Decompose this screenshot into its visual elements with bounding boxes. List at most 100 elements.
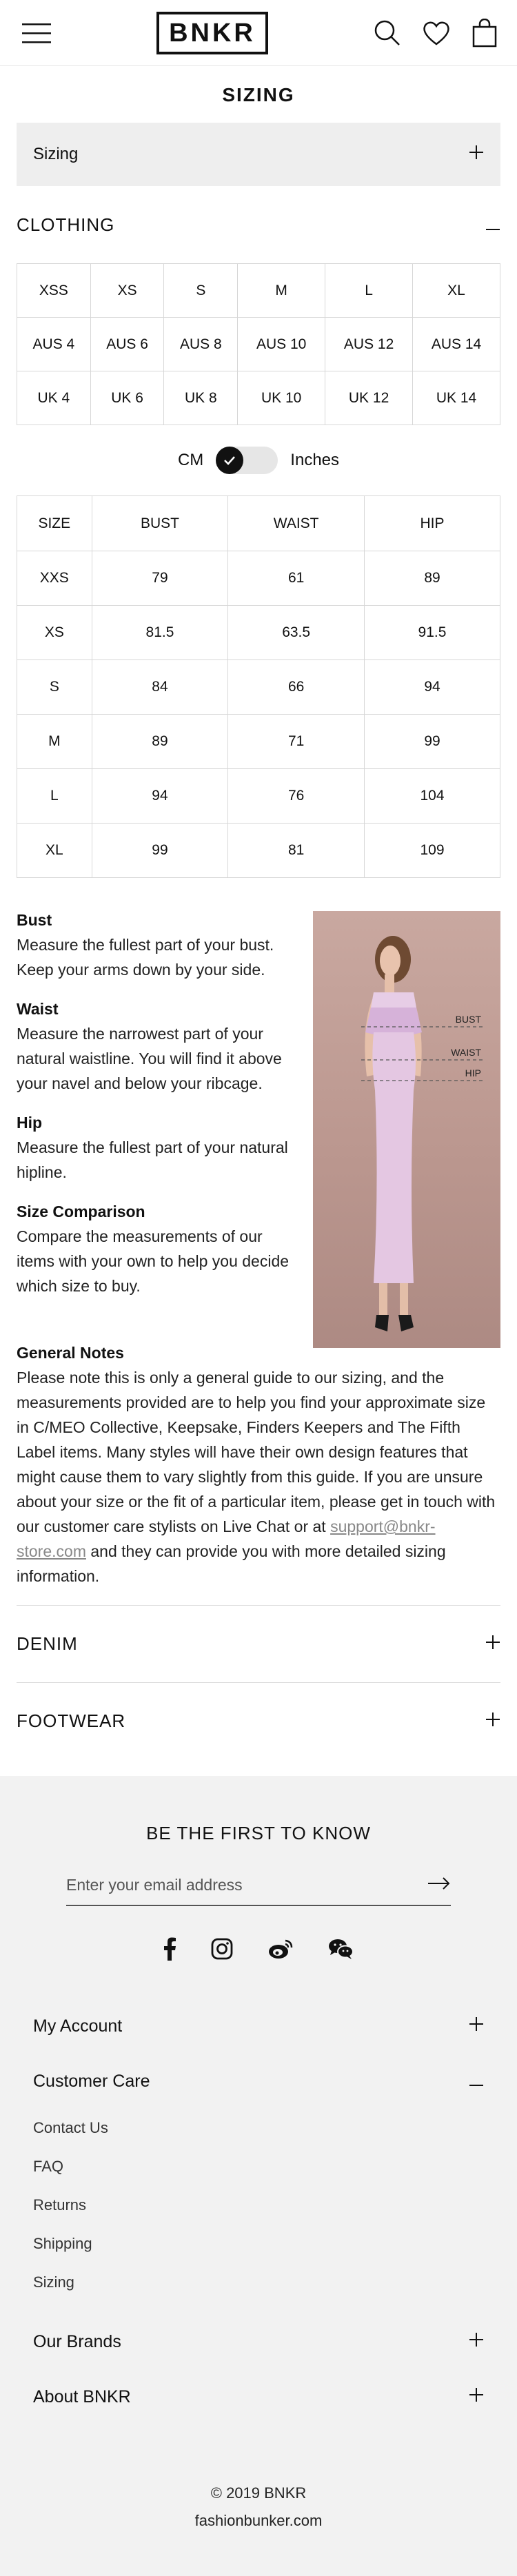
wechat-icon[interactable]: [328, 1938, 354, 1963]
guide-description: Measure the narrowest part of your natur…: [17, 1025, 282, 1092]
guide-description: Measure the fullest part of your bust. K…: [17, 936, 274, 979]
footer-link-contact-us[interactable]: Contact Us: [33, 2109, 484, 2147]
table-cell: 79: [91, 551, 229, 606]
size-conversion-table: XSS XS S M L XL AUS 4 AUS 6 AUS 8 AUS 10…: [17, 263, 500, 425]
instagram-icon[interactable]: [211, 1938, 233, 1963]
header-cell: SIZE: [17, 495, 92, 551]
sizing-accordion-label: Sizing: [33, 145, 79, 163]
table-cell: UK 14: [412, 371, 500, 425]
heart-icon[interactable]: [422, 20, 451, 46]
table-cell: L: [17, 768, 92, 824]
header-actions: [374, 18, 498, 48]
table-row: XXS 79 61 89: [17, 551, 501, 606]
newsletter-email-input[interactable]: [66, 1875, 394, 1894]
table-cell: 84: [91, 660, 229, 715]
toggle-knob[interactable]: [216, 447, 244, 474]
table-cell: 76: [227, 768, 365, 824]
guide-size-comparison: Size Comparison Compare the measurements…: [17, 1203, 299, 1298]
footer-nav-label: My Account: [33, 2016, 123, 2036]
table-cell: 99: [363, 714, 501, 769]
footer-nav-label: Customer Care: [33, 2071, 150, 2091]
footwear-heading: FOOTWEAR: [17, 1710, 126, 1731]
table-cell: XS: [90, 263, 165, 318]
denim-section-header[interactable]: DENIM: [17, 1605, 500, 1682]
table-cell: 81: [227, 823, 365, 878]
general-notes: General Notes Please note this is only a…: [17, 1344, 500, 1588]
table-row: XSS XS S M L XL: [17, 263, 500, 318]
footer-nav-label: About BNKR: [33, 2386, 131, 2406]
arrow-right-icon[interactable]: [427, 1877, 451, 1894]
plus-icon: [469, 2332, 484, 2352]
unit-inches-label[interactable]: Inches: [290, 451, 339, 470]
footer-link-returns[interactable]: Returns: [33, 2186, 484, 2225]
guide-text: Bust Measure the fullest part of your bu…: [17, 911, 299, 1348]
footer-link-sizing[interactable]: Sizing: [33, 2263, 484, 2302]
table-cell: M: [237, 263, 326, 318]
table-cell: 109: [363, 823, 501, 878]
table-cell: 91.5: [363, 605, 501, 660]
table-cell: M: [17, 714, 92, 769]
table-cell: AUS 14: [412, 317, 500, 371]
sizing-accordion[interactable]: Sizing: [17, 123, 500, 186]
table-cell: UK 10: [237, 371, 326, 425]
table-row: AUS 4 AUS 6 AUS 8 AUS 10 AUS 12 AUS 14: [17, 317, 500, 371]
footer-link-faq[interactable]: FAQ: [33, 2147, 484, 2186]
unit-cm-label[interactable]: CM: [178, 451, 203, 470]
table-cell: 81.5: [91, 605, 229, 660]
footer-nav-customer-care[interactable]: Customer Care: [33, 2054, 484, 2109]
bag-icon[interactable]: [472, 18, 498, 48]
facebook-icon[interactable]: [163, 1937, 176, 1964]
site-footer: BE THE FIRST TO KNOW My Account Customer…: [0, 1776, 517, 2576]
footer-nav-our-brands[interactable]: Our Brands: [33, 2314, 484, 2369]
footer-nav-about[interactable]: About BNKR: [33, 2369, 484, 2424]
newsletter-form: [66, 1865, 451, 1906]
minus-icon: [469, 2072, 484, 2092]
sizing-content: Sizing CLOTHING XSS XS S M L XL AUS 4 AU…: [0, 123, 517, 1759]
unit-switch[interactable]: [216, 447, 278, 474]
table-cell: XS: [17, 605, 92, 660]
page-title: SIZING: [222, 84, 295, 105]
plus-icon: [469, 2387, 484, 2407]
guide-description: Compare the measurements of our items wi…: [17, 1227, 290, 1295]
hamburger-icon[interactable]: [22, 23, 51, 43]
header-cell: BUST: [91, 495, 229, 551]
footer-link-shipping[interactable]: Shipping: [33, 2225, 484, 2263]
weibo-icon[interactable]: [267, 1938, 294, 1963]
denim-heading: DENIM: [17, 1633, 78, 1654]
table-cell: 61: [227, 551, 365, 606]
table-cell: XL: [412, 263, 500, 318]
brand-logo[interactable]: BNKR: [156, 11, 268, 54]
footer-nav: My Account Customer Care Contact Us FAQ …: [33, 1999, 484, 2424]
footer-nav-my-account[interactable]: My Account: [33, 1999, 484, 2054]
check-icon: [223, 451, 236, 470]
general-notes-text: Please note this is only a general guide…: [17, 1365, 500, 1588]
table-cell: AUS 8: [163, 317, 239, 371]
table-cell: 94: [363, 660, 501, 715]
table-cell: 94: [91, 768, 229, 824]
table-row: XL 99 81 109: [17, 823, 501, 878]
search-icon[interactable]: [374, 19, 401, 47]
plus-icon: [485, 1710, 500, 1732]
table-cell: AUS 10: [237, 317, 326, 371]
table-row: L 94 76 104: [17, 768, 501, 824]
footwear-section-header[interactable]: FOOTWEAR: [17, 1682, 500, 1759]
guide-title: Hip: [17, 1114, 43, 1132]
clothing-section-header[interactable]: CLOTHING: [17, 186, 500, 263]
guide-title: Bust: [17, 911, 52, 929]
table-cell: S: [163, 263, 239, 318]
header-cell: WAIST: [227, 495, 365, 551]
customer-care-links: Contact Us FAQ Returns Shipping Sizing: [33, 2109, 484, 2314]
social-links: [33, 1936, 484, 1964]
site-domain[interactable]: fashionbunker.com: [33, 2507, 484, 2535]
bust-label: BUST: [456, 1014, 482, 1025]
table-cell: UK 8: [163, 371, 239, 425]
footer-nav-label: Our Brands: [33, 2331, 121, 2351]
guide-bust: Bust Measure the fullest part of your bu…: [17, 911, 299, 982]
table-cell: UK 12: [325, 371, 414, 425]
table-cell: 63.5: [227, 605, 365, 660]
table-cell: XL: [17, 823, 92, 878]
table-cell: AUS 6: [90, 317, 165, 371]
table-cell: L: [325, 263, 414, 318]
copyright: © 2019 BNKR fashionbunker.com: [33, 2480, 484, 2535]
table-cell: UK 4: [17, 371, 91, 425]
